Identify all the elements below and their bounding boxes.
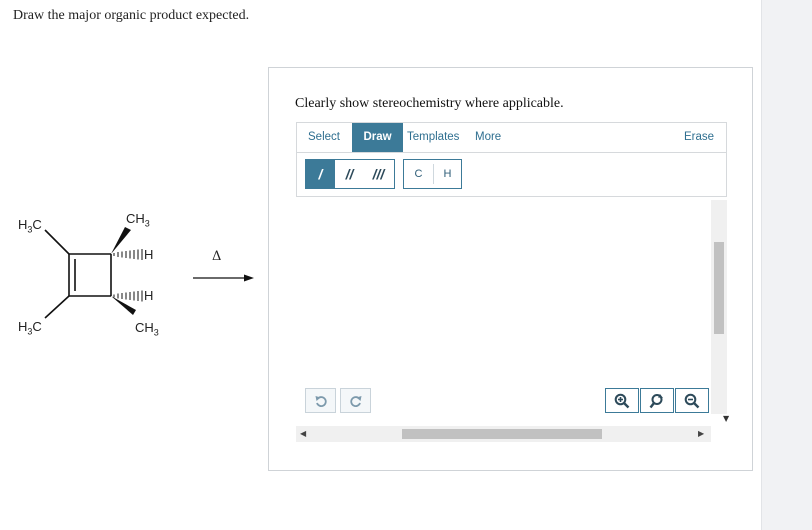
zoom-out-button[interactable] bbox=[675, 388, 709, 413]
bottom-hydrogen-label: H bbox=[144, 288, 154, 303]
top-left-methyl-label: H3C bbox=[18, 217, 42, 235]
horizontal-scroll-thumb[interactable] bbox=[402, 429, 602, 439]
atom-tool-group: C H bbox=[403, 159, 462, 189]
reaction-scheme: H3C CH3 H H3C H CH3 Δ bbox=[0, 190, 270, 350]
double-bond-button[interactable]: // bbox=[335, 160, 364, 188]
triple-bond-icon: /// bbox=[372, 166, 385, 182]
zoom-in-button[interactable] bbox=[605, 388, 639, 413]
reset-view-icon bbox=[649, 393, 663, 408]
hydrogen-atom-button[interactable]: H bbox=[433, 160, 462, 188]
question-text: Draw the major organic product expected. bbox=[13, 8, 250, 23]
tab-draw[interactable]: Draw bbox=[352, 123, 403, 152]
top-hydrogen-label: H bbox=[144, 247, 154, 262]
zoom-bar bbox=[605, 388, 711, 414]
answer-panel: Clearly show stereochemistry where appli… bbox=[268, 67, 753, 471]
heat-condition: Δ bbox=[212, 249, 222, 264]
single-bond-icon: / bbox=[318, 166, 323, 182]
single-bond-button[interactable]: / bbox=[306, 160, 335, 188]
vertical-scrollbar[interactable] bbox=[711, 200, 727, 414]
bottom-methyl-label: CH3 bbox=[135, 320, 159, 338]
tab-templates[interactable]: Templates bbox=[401, 123, 465, 152]
carbon-atom-button[interactable]: C bbox=[404, 160, 433, 188]
scroll-down-arrow-icon[interactable]: ▼ bbox=[723, 414, 729, 423]
bottom-left-methyl-label: H3C bbox=[18, 319, 42, 337]
double-bond-icon: // bbox=[345, 166, 354, 182]
triple-bond-button[interactable]: /// bbox=[364, 160, 393, 188]
zoom-in-icon bbox=[614, 393, 630, 408]
horizontal-scrollbar[interactable]: ◀ ▶ bbox=[296, 426, 711, 442]
right-gutter bbox=[761, 0, 812, 530]
instruction-text: Clearly show stereochemistry where appli… bbox=[295, 96, 564, 111]
erase-button[interactable]: Erase bbox=[678, 123, 720, 152]
undo-button[interactable] bbox=[305, 388, 336, 413]
scroll-left-arrow-icon[interactable]: ◀ bbox=[300, 429, 306, 438]
vertical-scroll-thumb[interactable] bbox=[714, 242, 724, 334]
tab-more[interactable]: More bbox=[469, 123, 507, 152]
structure-editor: Select Draw Templates More Erase / // //… bbox=[296, 122, 727, 197]
top-methyl-label: CH3 bbox=[126, 211, 150, 229]
redo-icon bbox=[349, 395, 361, 407]
undo-icon bbox=[315, 395, 327, 407]
undo-redo-bar bbox=[305, 388, 375, 414]
tab-select[interactable]: Select bbox=[302, 123, 346, 152]
redo-button[interactable] bbox=[340, 388, 371, 413]
scroll-right-arrow-icon[interactable]: ▶ bbox=[698, 429, 704, 438]
reset-view-button[interactable] bbox=[640, 388, 674, 413]
editor-toolbar: Select Draw Templates More Erase bbox=[297, 123, 726, 153]
zoom-out-icon bbox=[684, 393, 700, 408]
bond-tool-group: / // /// bbox=[305, 159, 395, 189]
